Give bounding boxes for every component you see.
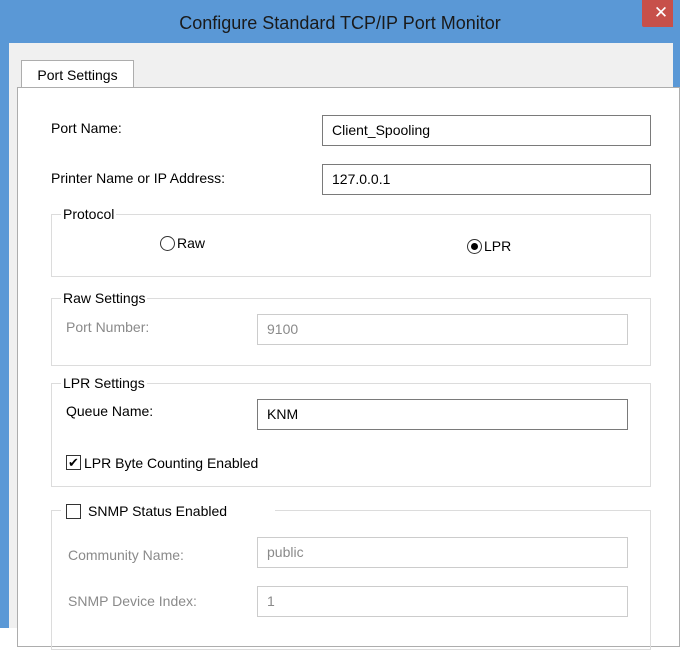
close-icon: ✕ bbox=[653, 3, 669, 22]
port-number-label: Port Number: bbox=[66, 319, 150, 335]
title-bar[interactable]: Configure Standard TCP/IP Port Monitor ✕ bbox=[0, 0, 680, 43]
lpr-byte-counting-label[interactable]: LPR Byte Counting Enabled bbox=[84, 455, 258, 471]
window-frame-left bbox=[0, 0, 9, 628]
snmp-device-index-input[interactable]: 1 bbox=[257, 586, 628, 617]
snmp-device-index-label: SNMP Device Index: bbox=[68, 593, 197, 609]
snmp-enabled-checkbox[interactable] bbox=[66, 504, 81, 519]
snmp-group bbox=[51, 510, 651, 650]
protocol-lpr-radio[interactable] bbox=[467, 239, 482, 254]
port-number-input[interactable]: 9100 bbox=[257, 314, 628, 345]
raw-settings-legend: Raw Settings bbox=[61, 290, 148, 306]
protocol-raw-label[interactable]: Raw bbox=[177, 235, 205, 251]
lpr-byte-counting-checkbox[interactable]: ✔ bbox=[66, 455, 81, 470]
community-name-input[interactable]: public bbox=[257, 537, 628, 568]
snmp-legend: SNMP Status Enabled bbox=[61, 502, 275, 520]
protocol-group bbox=[51, 214, 651, 277]
printer-address-input[interactable]: 127.0.0.1 bbox=[322, 164, 651, 195]
window-title: Configure Standard TCP/IP Port Monitor bbox=[179, 13, 501, 33]
queue-name-input[interactable]: KNM bbox=[257, 399, 628, 430]
printer-address-label: Printer Name or IP Address: bbox=[51, 170, 226, 186]
port-name-input[interactable]: Client_Spooling bbox=[322, 115, 651, 146]
protocol-raw-radio[interactable] bbox=[160, 236, 175, 251]
snmp-enabled-label[interactable]: SNMP Status Enabled bbox=[88, 503, 227, 519]
lpr-settings-legend: LPR Settings bbox=[61, 375, 147, 391]
tab-port-settings[interactable]: Port Settings bbox=[21, 60, 134, 88]
protocol-lpr-label[interactable]: LPR bbox=[484, 238, 511, 254]
port-name-label: Port Name: bbox=[51, 120, 122, 136]
protocol-legend: Protocol bbox=[61, 206, 117, 222]
queue-name-label: Queue Name: bbox=[66, 403, 154, 419]
community-name-label: Community Name: bbox=[68, 547, 184, 563]
